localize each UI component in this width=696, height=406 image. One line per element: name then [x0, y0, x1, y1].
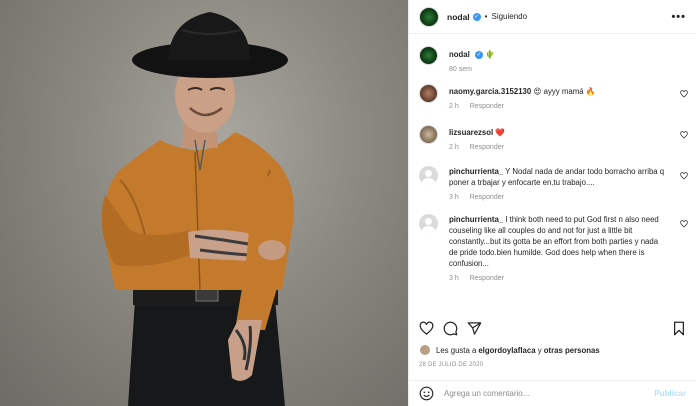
share-icon[interactable] — [467, 321, 482, 336]
comment-username[interactable]: pinchurrienta_ — [449, 215, 503, 224]
comment-username[interactable]: pinchurrienta_ — [449, 167, 503, 176]
commenter-avatar-placeholder[interactable] — [419, 214, 438, 233]
comment-item: lizsuarezsol ❤️ 2 h Responder — [409, 125, 696, 151]
caption-age: 80 sem — [449, 66, 472, 73]
comment-text: pinchurrienta_ I think both need to put … — [449, 214, 668, 269]
comment-text: naomy.garcia.3152130 😍 ayyy mamá 🔥 — [449, 86, 668, 97]
comment-meta: 3 h Responder — [449, 194, 668, 201]
commenter-avatar[interactable] — [419, 125, 438, 144]
comment-meta: 2 h Responder — [449, 144, 668, 151]
comment-icon[interactable] — [443, 321, 458, 336]
comment-time: 2 h — [449, 144, 459, 151]
like-comment-heart-icon[interactable] — [680, 131, 688, 139]
post-actions-bar — [419, 318, 686, 338]
publish-button[interactable]: Publicar — [654, 389, 686, 398]
caption-text: nodal ✓ 🌵 — [449, 49, 668, 60]
caption-username[interactable]: nodal — [449, 50, 470, 59]
post-side-panel: nodal ✓ • Siguiendo ••• nodal ✓ 🌵 80 sem — [408, 0, 696, 406]
likes-middle: y — [535, 345, 544, 355]
post-header: nodal ✓ • Siguiendo ••• — [409, 0, 696, 34]
following-status-button[interactable]: Siguiendo — [491, 12, 527, 21]
man-in-cowboy-hat-illustration — [101, 12, 294, 406]
verified-badge-icon: ✓ — [472, 12, 481, 21]
comment-body: pinchurrienta_ I think both need to put … — [449, 214, 686, 282]
add-comment-input[interactable]: Agrega un comentario... — [444, 389, 654, 398]
caption-avatar[interactable] — [419, 46, 438, 65]
like-comment-heart-icon[interactable] — [680, 220, 688, 228]
liker-username[interactable]: elgordoylaflaca — [478, 346, 535, 355]
comment-username[interactable]: lizsuarezsol — [449, 128, 493, 137]
verified-badge-icon: ✓ — [474, 50, 483, 59]
more-options-icon[interactable]: ••• — [671, 11, 686, 23]
reply-button[interactable]: Responder — [470, 103, 504, 110]
reply-button[interactable]: Responder — [470, 275, 504, 282]
liker-avatar[interactable] — [419, 344, 431, 356]
comment-item: pinchurrienta_ Y Nodal nada de andar tod… — [409, 166, 696, 201]
comment-username[interactable]: naomy.garcia.3152130 — [449, 87, 531, 96]
comment-time: 2 h — [449, 103, 459, 110]
comment-time: 3 h — [449, 194, 459, 201]
comment-time: 3 h — [449, 275, 459, 282]
instagram-post: nodal ✓ • Siguiendo ••• nodal ✓ 🌵 80 sem — [0, 0, 696, 406]
comment-meta: 3 h Responder — [449, 275, 668, 282]
commenter-avatar-placeholder[interactable] — [419, 166, 438, 185]
caption-body: nodal ✓ 🌵 80 sem — [449, 46, 686, 73]
comment-item: naomy.garcia.3152130 😍 ayyy mamá 🔥 2 h R… — [409, 84, 696, 110]
comment-body: pinchurrienta_ Y Nodal nada de andar tod… — [449, 166, 686, 201]
author-avatar[interactable] — [419, 6, 439, 27]
comment-message: ❤️ — [493, 128, 506, 137]
comment-message: 😍 ayyy mamá 🔥 — [531, 87, 596, 96]
likes-prefix: Les gusta a — [436, 345, 477, 355]
caption-emoji: 🌵 — [485, 50, 495, 59]
commenter-avatar[interactable] — [419, 84, 438, 103]
reply-button[interactable]: Responder — [470, 144, 504, 151]
reply-button[interactable]: Responder — [470, 194, 504, 201]
post-date: 28 DE JULIO DE 2020 — [419, 362, 484, 368]
likes-summary: Les gusta a elgordoylaflaca y otras pers… — [419, 344, 600, 356]
comment-body: naomy.garcia.3152130 😍 ayyy mamá 🔥 2 h R… — [449, 84, 686, 110]
emoji-icon[interactable] — [419, 386, 434, 401]
comment-text: pinchurrienta_ Y Nodal nada de andar tod… — [449, 166, 668, 188]
author-username[interactable]: nodal — [447, 12, 470, 22]
post-caption: nodal ✓ 🌵 80 sem — [409, 46, 696, 73]
comments-scroll-area[interactable]: nodal ✓ 🌵 80 sem naomy.garcia.3152130 😍 … — [409, 35, 696, 311]
bookmark-icon[interactable] — [672, 321, 686, 336]
like-comment-heart-icon[interactable] — [680, 172, 688, 180]
heart-icon[interactable] — [419, 321, 434, 336]
comment-item: pinchurrienta_ I think both need to put … — [409, 214, 696, 282]
post-photo[interactable] — [0, 0, 408, 406]
other-likers-link[interactable]: otras personas — [544, 346, 600, 355]
comment-meta: 2 h Responder — [449, 103, 668, 110]
add-comment-bar: Agrega un comentario... Publicar — [409, 380, 696, 406]
comment-text: lizsuarezsol ❤️ — [449, 127, 668, 138]
comment-body: lizsuarezsol ❤️ 2 h Responder — [449, 125, 686, 151]
like-comment-heart-icon[interactable] — [680, 90, 688, 98]
header-separator: • — [484, 12, 488, 21]
